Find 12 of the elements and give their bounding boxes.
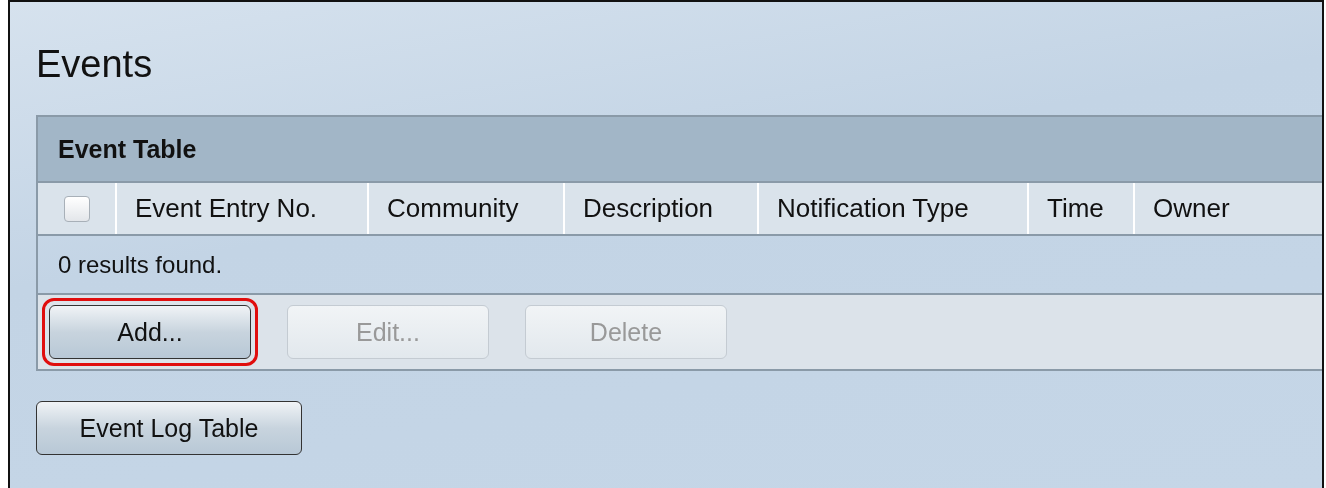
column-header[interactable]: Community — [369, 183, 565, 234]
table-title: Event Table — [58, 134, 197, 164]
table-button[interactable]: Add... — [49, 305, 251, 359]
select-all-checkbox[interactable] — [63, 195, 90, 222]
page-title: Events — [36, 42, 154, 87]
event-log-table-button[interactable]: Event Log Table — [36, 401, 302, 455]
column-header[interactable]: Notification Type — [759, 183, 1029, 234]
column-header[interactable]: Owner — [1135, 183, 1322, 234]
column-header[interactable]: Time — [1029, 183, 1135, 234]
column-header[interactable]: Event Entry No. — [117, 183, 369, 234]
results-count: 0 results found. — [58, 250, 223, 279]
column-header[interactable]: Description — [565, 183, 759, 234]
